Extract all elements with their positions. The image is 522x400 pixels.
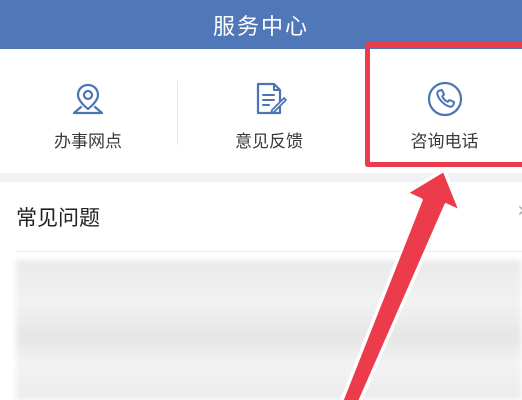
service-item-outlets[interactable]: 办事网点 [0,49,176,173]
service-label-outlets: 办事网点 [54,132,122,152]
page-title: 服务中心 [212,14,309,40]
location-pin-icon [72,83,104,115]
blurred-faq-content [16,260,522,400]
feedback-document-icon [256,82,287,115]
divider [16,251,522,252]
service-item-feedback[interactable]: 意见反馈 [178,49,360,173]
service-label-feedback: 意见反馈 [235,132,303,152]
chevron-right-icon[interactable]: › [517,200,522,222]
faq-section: 常见问题 › [0,182,522,400]
faq-title: 常见问题 [16,206,100,230]
highlight-box [365,42,522,167]
